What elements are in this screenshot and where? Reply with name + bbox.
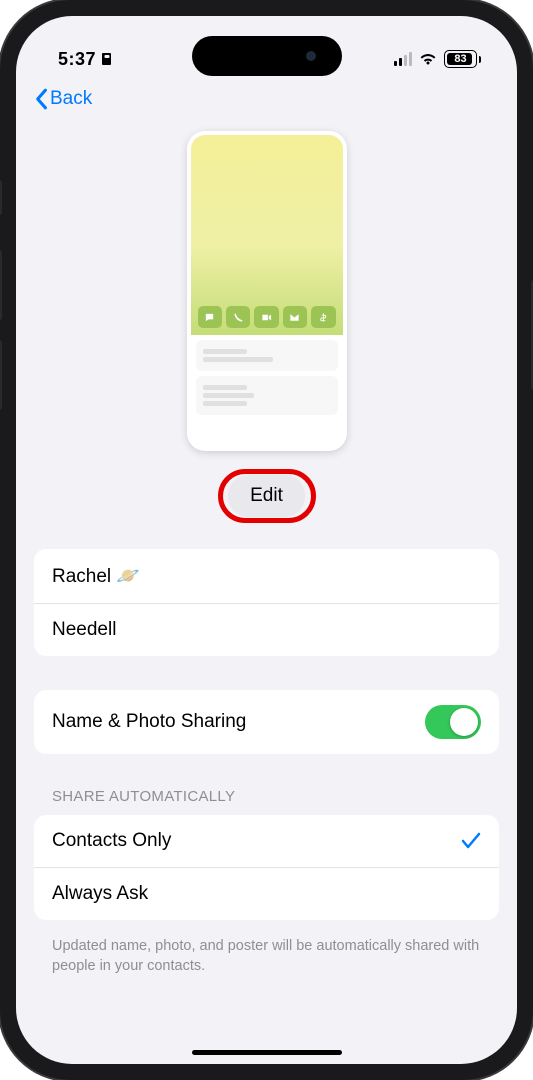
status-time: 5:37 — [58, 49, 96, 70]
first-name-value: Rachel 🪐 — [52, 564, 140, 588]
side-button — [0, 180, 2, 215]
edit-button-container: Edit — [34, 475, 499, 517]
poster-image — [191, 135, 343, 335]
last-name-field[interactable]: Needell — [34, 604, 499, 656]
video-icon — [254, 306, 278, 328]
pay-icon — [311, 306, 335, 328]
back-label: Back — [50, 88, 92, 110]
poster-placeholder-cards — [191, 335, 343, 420]
sharing-toggle[interactable] — [425, 705, 481, 739]
battery-level: 83 — [454, 53, 466, 65]
share-auto-header: SHARE AUTOMATICALLY — [34, 788, 499, 815]
annotation-highlight — [218, 469, 316, 523]
nav-bar: Back — [16, 78, 517, 121]
chevron-left-icon — [34, 88, 48, 110]
poster-action-row — [198, 306, 336, 328]
phone-icon — [226, 306, 250, 328]
last-name-value: Needell — [52, 619, 116, 641]
message-icon — [198, 306, 222, 328]
sharing-group: Name & Photo Sharing — [34, 690, 499, 754]
option-always-ask[interactable]: Always Ask — [34, 868, 499, 920]
wifi-icon — [419, 52, 437, 66]
screen: 5:37 83 Back — [16, 16, 517, 1064]
battery-icon: 83 — [444, 50, 481, 68]
volume-up-button — [0, 250, 2, 320]
volume-down-button — [0, 340, 2, 410]
share-auto-footer: Updated name, photo, and poster will be … — [34, 926, 499, 987]
phone-frame: 5:37 83 Back — [0, 0, 533, 1080]
contact-poster-preview[interactable] — [187, 131, 347, 451]
name-group: Rachel 🪐 Needell — [34, 549, 499, 656]
name-photo-sharing-row: Name & Photo Sharing — [34, 690, 499, 754]
option-contacts-only[interactable]: Contacts Only — [34, 815, 499, 868]
option-label: Contacts Only — [52, 830, 171, 852]
card-icon — [102, 53, 111, 65]
option-label: Always Ask — [52, 883, 148, 905]
mail-icon — [283, 306, 307, 328]
home-indicator[interactable] — [192, 1050, 342, 1055]
sharing-label: Name & Photo Sharing — [52, 711, 246, 733]
back-button[interactable]: Back — [34, 88, 92, 110]
cellular-icon — [394, 52, 412, 66]
content: Edit Rachel 🪐 Needell Name & Photo Shari… — [16, 121, 517, 1059]
first-name-field[interactable]: Rachel 🪐 — [34, 549, 499, 604]
dynamic-island — [192, 36, 342, 76]
checkmark-icon — [461, 832, 481, 850]
share-auto-section: SHARE AUTOMATICALLY Contacts Only Always… — [34, 788, 499, 987]
